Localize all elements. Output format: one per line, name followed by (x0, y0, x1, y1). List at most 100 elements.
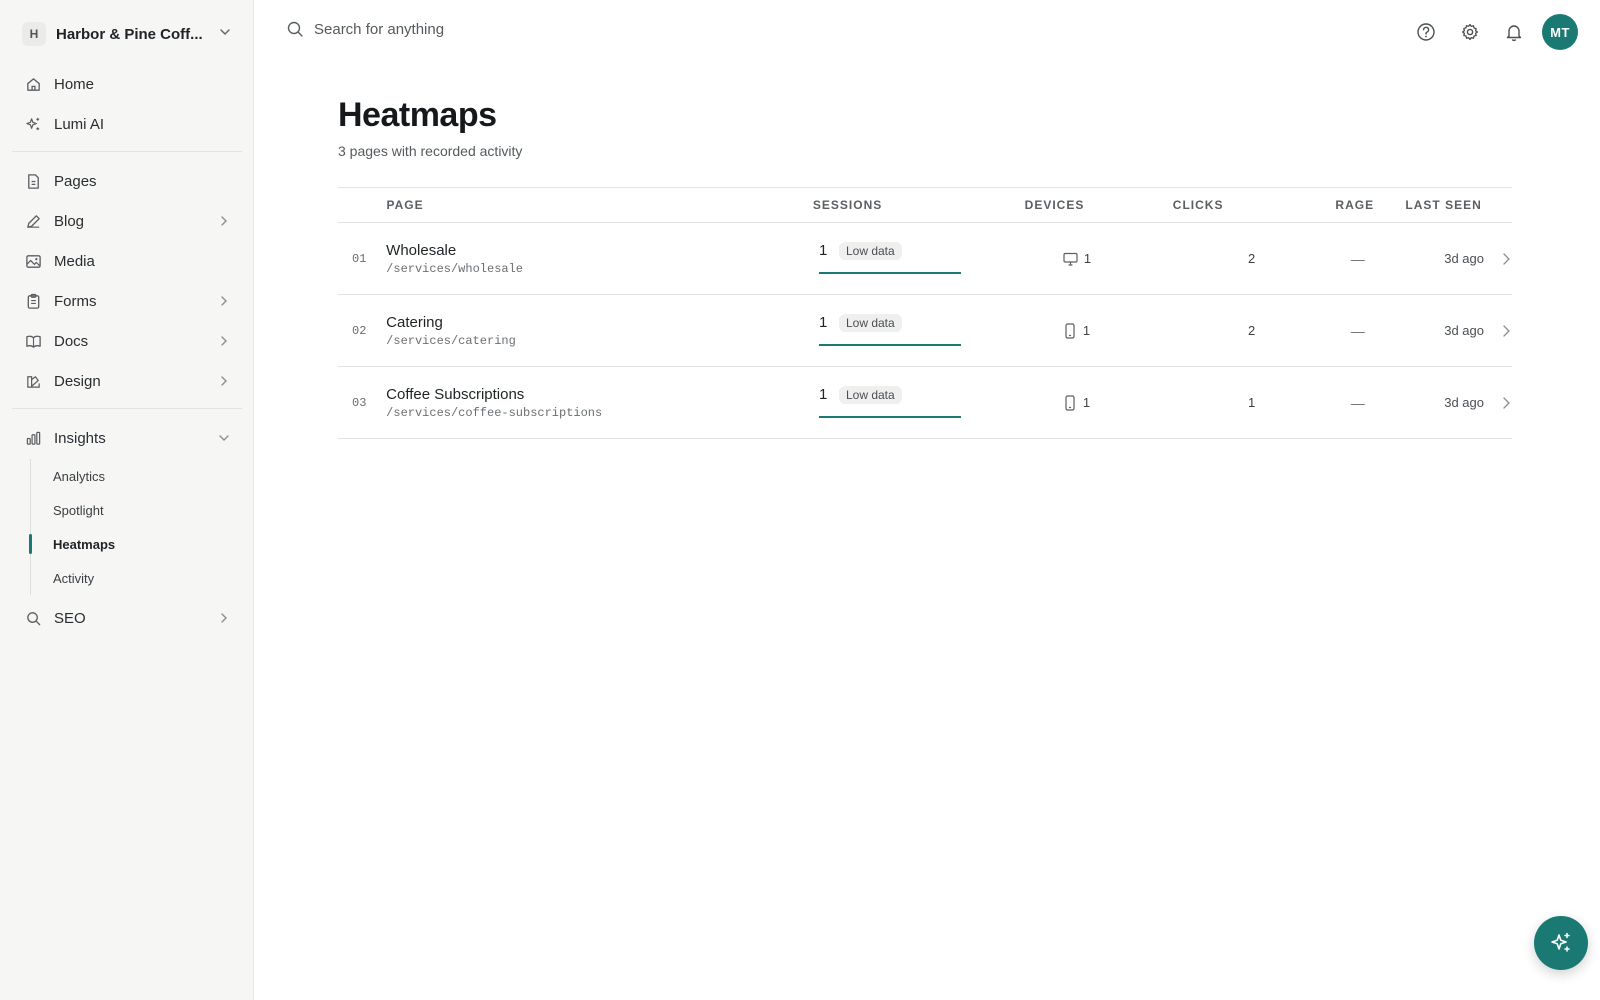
sidebar-item-lumi-ai[interactable]: Lumi AI (12, 105, 242, 143)
sessions-value: 1 (818, 242, 828, 259)
sidebar-item-docs[interactable]: Docs (12, 322, 242, 360)
sidebar-subitem-analytics[interactable]: Analytics (53, 459, 242, 493)
table-row[interactable]: 03 Coffee Subscriptions /services/coffee… (338, 367, 1512, 439)
clicks-value: 2 (1247, 323, 1256, 338)
sessions-bar (818, 415, 961, 418)
sidebar-item-label: Home (54, 75, 95, 93)
low-data-badge: Low data (838, 241, 902, 260)
sessions-value: 1 (818, 314, 828, 331)
devices-value: 1 (1083, 251, 1092, 266)
rage-value: — (1350, 394, 1365, 411)
workspace-name: Harbor & Pine Coff... (56, 25, 203, 43)
sessions-cell: 1 Low data (809, 385, 1019, 420)
header-sessions: SESSIONS (812, 198, 883, 212)
avatar[interactable]: MT (1542, 14, 1578, 50)
topbar-actions: MT (1400, 14, 1578, 50)
clicks-value: 2 (1247, 251, 1256, 266)
header-clicks: CLICKS (1172, 198, 1224, 212)
sidebar-subitem-spotlight[interactable]: Spotlight (53, 493, 242, 527)
search-icon (286, 20, 304, 38)
sessions-cell: 1 Low data (809, 313, 1019, 348)
page-cell: Wholesale /services/wholesale (386, 242, 809, 276)
table-row[interactable]: 01 Wholesale /services/wholesale 1 Low d… (338, 223, 1512, 295)
bell-icon[interactable] (1496, 14, 1532, 50)
help-icon[interactable] (1408, 14, 1444, 50)
devices-cell: 1 (1019, 394, 1139, 411)
sidebar-item-seo[interactable]: SEO (12, 599, 242, 637)
page-name: Coffee Subscriptions (386, 385, 525, 403)
table-row[interactable]: 02 Catering /services/catering 1 Low dat… (338, 295, 1512, 367)
sidebar-item-home[interactable]: Home (12, 65, 242, 103)
monitor-icon (1063, 252, 1078, 266)
rage-value: — (1350, 322, 1365, 339)
sparkles-icon (1549, 931, 1573, 955)
sidebar-item-label: Insights (54, 429, 106, 447)
low-data-badge: Low data (838, 385, 902, 404)
workspace-badge: H (22, 22, 46, 46)
chevron-right-icon (218, 215, 230, 227)
gear-icon[interactable] (1452, 14, 1488, 50)
chevron-right-icon[interactable] (1500, 396, 1512, 410)
sessions-value: 1 (818, 386, 828, 403)
sparkles-icon (24, 115, 42, 133)
page-name: Catering (386, 313, 443, 331)
sidebar-subitem-activity[interactable]: Activity (53, 561, 242, 595)
sidebar-item-blog[interactable]: Blog (12, 202, 242, 240)
sidebar-item-label: SEO (54, 609, 86, 627)
clicks-value: 1 (1247, 395, 1256, 410)
heatmaps-table: PAGE SESSIONS DEVICES CLICKS RAGE LAST S… (338, 187, 1512, 439)
home-icon (24, 75, 42, 93)
sidebar-subitem-heatmaps[interactable]: Heatmaps (29, 527, 242, 561)
low-data-badge: Low data (838, 313, 902, 332)
sessions-cell: 1 Low data (809, 241, 1019, 276)
insights-submenu: Analytics Spotlight Heatmaps Activity (29, 459, 242, 595)
last-seen-value: 3d ago (1444, 395, 1484, 410)
chevron-right-icon (218, 612, 230, 624)
sidebar-item-label: Media (54, 252, 95, 270)
sidebar-item-pages[interactable]: Pages (12, 162, 242, 200)
main-content: Heatmaps 3 pages with recorded activity … (338, 96, 1512, 439)
chevron-right-icon[interactable] (1500, 324, 1512, 338)
sidebar-divider (12, 151, 242, 152)
sidebar-item-design[interactable]: Design (12, 362, 242, 400)
phone-icon (1063, 322, 1077, 339)
sidebar-divider (12, 408, 242, 409)
page-path: /services/catering (386, 333, 516, 348)
row-number: 01 (352, 251, 367, 266)
search-bar (286, 20, 614, 38)
sidebar-item-label: Pages (54, 172, 97, 190)
topbar: MT (254, 0, 1600, 62)
last-seen-value: 3d ago (1444, 251, 1484, 266)
row-number: 03 (352, 395, 367, 410)
devices-value: 1 (1082, 323, 1091, 338)
sidebar-item-label: Design (54, 372, 101, 390)
sessions-bar (818, 343, 961, 346)
page-path: /services/coffee-subscriptions (386, 405, 603, 420)
sidebar-item-media[interactable]: Media (12, 242, 242, 280)
header-page: PAGE (386, 198, 424, 212)
devices-cell: 1 (1019, 322, 1139, 339)
chevron-right-icon (218, 335, 230, 347)
image-icon (24, 252, 42, 270)
page-subtitle: 3 pages with recorded activity (338, 143, 523, 159)
search-input[interactable] (314, 20, 614, 38)
sidebar-item-label: Lumi AI (54, 115, 105, 133)
chevron-down-icon (218, 25, 232, 44)
file-icon (24, 172, 42, 190)
ai-assistant-button[interactable] (1534, 916, 1588, 970)
devices-cell: 1 (1019, 251, 1139, 266)
clipboard-icon (24, 292, 42, 310)
sidebar-item-label: Blog (54, 212, 85, 230)
chevron-right-icon (218, 375, 230, 387)
page-cell: Coffee Subscriptions /services/coffee-su… (386, 386, 809, 420)
chevron-right-icon[interactable] (1500, 252, 1512, 266)
header-devices: DEVICES (1024, 198, 1085, 212)
sidebar-item-forms[interactable]: Forms (12, 282, 242, 320)
palette-icon (24, 372, 42, 390)
header-last-seen: LAST SEEN (1405, 198, 1482, 212)
search-icon (24, 609, 42, 627)
workspace-switcher[interactable]: H Harbor & Pine Coff... (12, 16, 242, 52)
chevron-right-icon (218, 295, 230, 307)
sidebar-item-insights[interactable]: Insights (12, 419, 242, 457)
last-seen-value: 3d ago (1444, 323, 1484, 338)
